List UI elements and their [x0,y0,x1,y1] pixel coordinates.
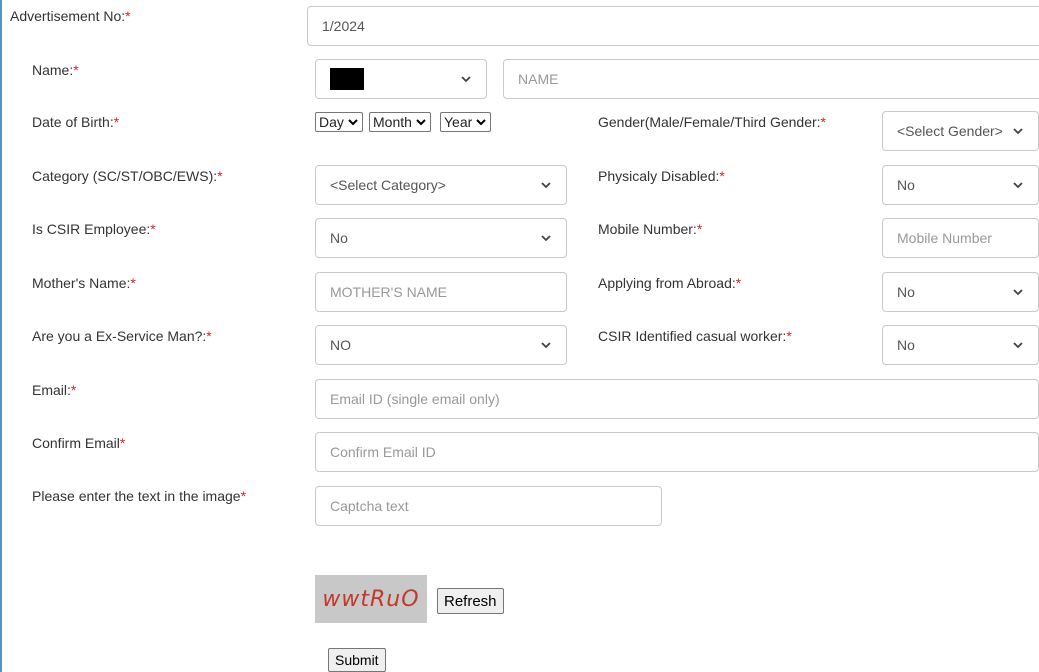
advertisement-label: Advertisement No:* [10,8,131,24]
email-label: Email:* [32,382,77,398]
submit-button[interactable]: Submit [328,648,386,672]
abroad-label: Applying from Abroad:* [598,275,742,291]
disabled-label: Physicaly Disabled:* [598,168,725,184]
captcha-input[interactable]: Captcha text [315,486,662,526]
casual-worker-select[interactable]: No [882,325,1039,365]
abroad-select[interactable]: No [882,272,1039,312]
dob-day-select[interactable]: Day [315,112,363,132]
gender-select[interactable]: <Select Gender> [882,111,1039,151]
gender-label: Gender(Male/Female/Third Gender:* [598,114,826,130]
advertisement-select[interactable]: 1/2024 [307,6,1039,46]
advertisement-value: 1/2024 [322,18,365,34]
chevron-down-icon [1012,179,1024,191]
casual-worker-value: No [897,337,915,353]
casual-worker-label: CSIR Identified casual worker:* [598,328,792,344]
dob-label: Date of Birth:* [32,114,120,130]
captcha-image: wwtRuO [315,575,427,623]
refresh-captcha-button[interactable]: Refresh [437,588,504,614]
mother-name-label: Mother's Name:* [32,275,136,291]
email-input[interactable]: Email ID (single email only) [315,379,1039,419]
mobile-placeholder: Mobile Number [897,230,992,246]
dob-year-select[interactable]: Year [440,112,492,132]
redacted-block [330,68,364,90]
csir-employee-label: Is CSIR Employee:* [32,221,156,237]
mother-name-input[interactable]: MOTHER'S NAME [315,272,567,312]
captcha-label: Please enter the text in the image* [32,488,247,504]
category-label: Category (SC/ST/OBC/EWS):* [32,168,223,184]
mobile-label: Mobile Number:* [598,221,703,237]
ex-service-select[interactable]: NO [315,325,567,365]
chevron-down-icon [460,73,472,85]
chevron-down-icon [540,179,552,191]
abroad-value: No [897,284,915,300]
name-placeholder: NAME [518,71,559,87]
confirm-email-placeholder: Confirm Email ID [330,444,436,460]
dob-year-value: Year [444,114,473,130]
required-marker: * [125,8,131,24]
captcha-placeholder: Captcha text [330,498,409,514]
ex-service-label: Are you a Ex-Service Man?:* [32,328,212,344]
dob-month-select[interactable]: Month [369,112,431,132]
mobile-input[interactable]: Mobile Number [882,218,1039,258]
disabled-value: No [897,177,915,193]
confirm-email-input[interactable]: Confirm Email ID [315,432,1039,472]
chevron-down-icon [1012,339,1024,351]
category-value: <Select Category> [330,177,446,193]
chevron-down-icon [1012,125,1024,137]
email-placeholder: Email ID (single email only) [330,391,500,407]
csir-employee-value: No [330,230,348,246]
gender-value: <Select Gender> [897,123,1003,139]
ex-service-value: NO [330,337,351,353]
chevron-down-icon [1012,286,1024,298]
disabled-select[interactable]: No [882,165,1039,205]
dob-day-value: Day [319,114,344,130]
dob-month-value: Month [373,114,412,130]
chevron-down-icon [415,116,427,128]
name-title-select[interactable] [315,59,487,99]
csir-employee-select[interactable]: No [315,218,567,258]
name-input[interactable]: NAME [503,59,1039,99]
page-left-border [0,0,2,672]
chevron-down-icon [475,116,487,128]
chevron-down-icon [540,232,552,244]
mother-name-placeholder: MOTHER'S NAME [330,284,448,300]
captcha-image-text: wwtRuO [322,586,420,612]
chevron-down-icon [540,339,552,351]
confirm-email-label: Confirm Email* [32,435,126,451]
category-select[interactable]: <Select Category> [315,165,567,205]
name-label: Name:* [32,62,79,78]
chevron-down-icon [347,116,359,128]
